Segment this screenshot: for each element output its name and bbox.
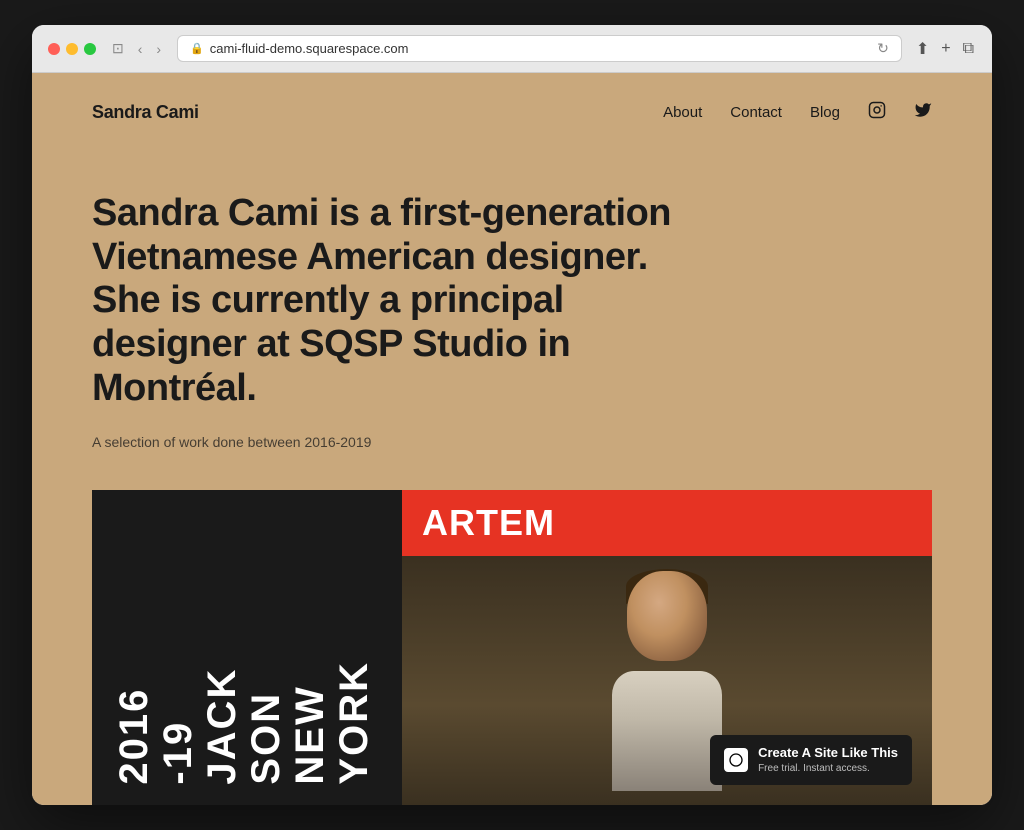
forward-button[interactable]: › xyxy=(152,39,165,59)
back-button[interactable]: ‹ xyxy=(134,39,147,59)
artem-title: ARTEM xyxy=(422,502,555,544)
duplicate-button[interactable]: ⧉ xyxy=(961,38,976,60)
site-logo[interactable]: Sandra Cami xyxy=(92,102,199,123)
address-bar[interactable]: 🔒 cami-fluid-demo.squarespace.com ↻ xyxy=(177,35,902,62)
squarespace-badge[interactable]: Create A Site Like This Free trial. Inst… xyxy=(710,735,912,785)
site-nav: About Contact Blog xyxy=(663,101,932,124)
url-text: cami-fluid-demo.squarespace.com xyxy=(210,41,409,56)
browser-actions: ⬆ + ⧉ xyxy=(914,37,976,61)
browser-controls: ⊡ ‹ › xyxy=(108,38,165,59)
browser-window: ⊡ ‹ › 🔒 cami-fluid-demo.squarespace.com … xyxy=(32,25,992,805)
site-header: Sandra Cami About Contact Blog xyxy=(32,73,992,152)
close-button[interactable] xyxy=(48,43,60,55)
portfolio-rotated-text: 2016 -19 JACK SON NEW YORK xyxy=(112,661,376,785)
refresh-icon[interactable]: ↻ xyxy=(877,40,889,57)
hero-subtitle: A selection of work done between 2016-20… xyxy=(92,434,932,450)
share-button[interactable]: ⬆ xyxy=(914,37,931,61)
new-tab-button[interactable]: + xyxy=(939,38,952,60)
portrait-head xyxy=(627,571,707,661)
artem-header: ARTEM xyxy=(402,490,932,556)
instagram-icon[interactable] xyxy=(868,101,886,124)
minimize-button[interactable] xyxy=(66,43,78,55)
nav-link-about[interactable]: About xyxy=(663,104,702,121)
lock-icon: 🔒 xyxy=(190,42,204,55)
portfolio-left-panel[interactable]: 2016 -19 JACK SON NEW YORK xyxy=(92,490,402,805)
badge-sub-text: Free trial. Instant access. xyxy=(758,762,898,775)
nav-link-blog[interactable]: Blog xyxy=(810,104,840,121)
nav-link-contact[interactable]: Contact xyxy=(730,104,782,121)
hero-heading: Sandra Cami is a first-generation Vietna… xyxy=(92,192,672,410)
site-main: Sandra Cami is a first-generation Vietna… xyxy=(32,152,992,805)
window-toggle-button[interactable]: ⊡ xyxy=(108,38,128,59)
traffic-lights xyxy=(48,43,96,55)
portfolio-strip: 2016 -19 JACK SON NEW YORK ARTEM xyxy=(92,490,932,805)
website-content: Sandra Cami About Contact Blog xyxy=(32,73,992,805)
portrait-body xyxy=(612,671,722,791)
squarespace-logo-icon xyxy=(724,748,748,772)
maximize-button[interactable] xyxy=(84,43,96,55)
twitter-icon[interactable] xyxy=(914,101,932,124)
browser-chrome: ⊡ ‹ › 🔒 cami-fluid-demo.squarespace.com … xyxy=(32,25,992,73)
badge-main-text: Create A Site Like This xyxy=(758,745,898,762)
badge-text-block: Create A Site Like This Free trial. Inst… xyxy=(758,745,898,775)
